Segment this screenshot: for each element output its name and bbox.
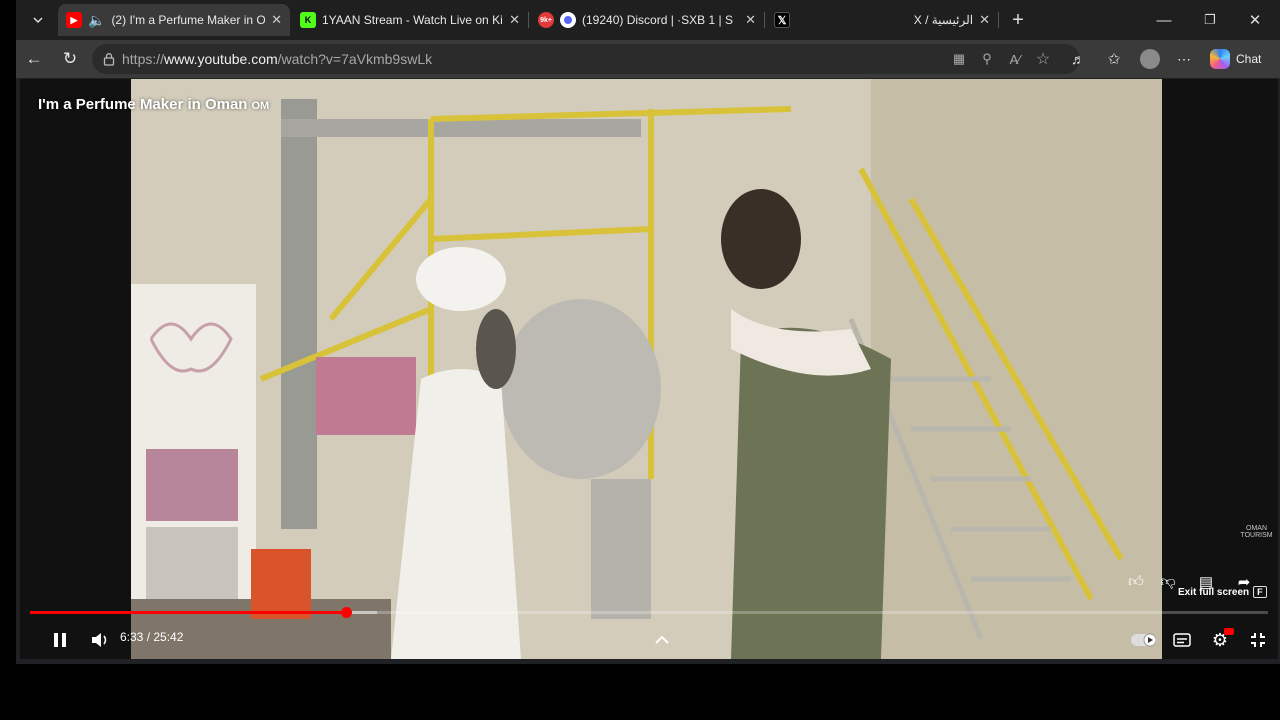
tab-separator: [764, 12, 765, 28]
favorites-icon[interactable]: ✩: [1100, 45, 1128, 73]
close-window-button[interactable]: ✕: [1239, 6, 1271, 34]
channel-watermark[interactable]: OMAN TOURISM: [1235, 525, 1278, 539]
youtube-icon: ▶: [66, 12, 82, 28]
tab-close-icon[interactable]: ✕: [979, 12, 990, 28]
played-bar: [30, 611, 346, 614]
tab-separator: [528, 12, 529, 28]
video-frame-illustration: [131, 79, 1162, 659]
tab-strip: ▶ 🔈 (2) I'm a Perfume Maker in Om ✕ K 1Y…: [16, 0, 1280, 40]
minimize-button[interactable]: —: [1148, 6, 1180, 34]
tab-close-icon[interactable]: ✕: [509, 12, 520, 28]
settings-button[interactable]: ⚙: [1204, 624, 1236, 656]
chat-label: Chat: [1236, 52, 1262, 66]
kick-icon: K: [300, 12, 316, 28]
tab-title: X / الرئيسية: [913, 13, 974, 27]
tab-close-icon[interactable]: ✕: [745, 12, 756, 28]
time-display: 6:33 / 25:42: [120, 630, 184, 644]
back-button[interactable]: ←: [20, 45, 48, 73]
tab-kick[interactable]: K 1YAAN Stream - Watch Live on Kic ✕: [292, 4, 528, 36]
favorite-star-icon[interactable]: ☆: [1034, 50, 1052, 68]
read-aloud-icon[interactable]: A∕: [1006, 50, 1024, 68]
x-icon: 𝕏: [774, 12, 790, 28]
profile-avatar[interactable]: [1136, 45, 1164, 73]
exit-fullscreen-icon: [1251, 633, 1265, 647]
tab-title: (2) I'm a Perfume Maker in Om: [111, 13, 266, 27]
pillarbox-left: [20, 79, 131, 659]
pause-button[interactable]: [44, 624, 76, 656]
show-more-button[interactable]: [646, 624, 678, 656]
autoplay-toggle[interactable]: [1128, 624, 1160, 656]
chevron-down-icon: [33, 17, 43, 24]
restore-button[interactable]: ❐: [1194, 6, 1226, 34]
chevron-up-icon: [655, 635, 669, 644]
app-available-icon[interactable]: ▦: [950, 50, 968, 68]
tab-title: 1YAAN Stream - Watch Live on Kic: [322, 13, 504, 27]
tab-separator: [998, 12, 999, 28]
zoom-icon[interactable]: ⚲: [978, 50, 996, 68]
reload-button[interactable]: ↻: [56, 45, 84, 73]
video-frame[interactable]: [131, 79, 1162, 659]
browser-window: ▶ 🔈 (2) I'm a Perfume Maker in Om ✕ K 1Y…: [16, 0, 1280, 664]
subtitles-button[interactable]: [1166, 624, 1198, 656]
tab-youtube[interactable]: ▶ 🔈 (2) I'm a Perfume Maker in Om ✕: [58, 4, 290, 36]
video-player[interactable]: I'm a Perfume Maker in Oman OM OMAN TOURI…: [20, 79, 1278, 659]
hd-badge: [1224, 628, 1234, 635]
like-icon[interactable]: 👍︎: [1123, 569, 1149, 595]
pause-icon: [54, 633, 66, 647]
tab-actions-menu-button[interactable]: [24, 6, 52, 34]
copilot-icon: [1210, 49, 1230, 69]
exit-fullscreen-tooltip: Exit full screen F: [1178, 586, 1267, 598]
copilot-chat-button[interactable]: Chat: [1206, 45, 1269, 73]
tab-title: (19240) Discord | ·SXB 1 | S: [582, 13, 733, 27]
video-title[interactable]: I'm a Perfume Maker in Oman OM: [38, 96, 269, 113]
scrubber-handle[interactable]: [340, 607, 352, 618]
subtitles-icon: [1173, 633, 1191, 647]
browser-essentials-icon[interactable]: ♬: [1064, 45, 1092, 73]
tab-x[interactable]: 𝕏 X / الرئيسية ✕: [766, 4, 998, 36]
address-bar[interactable]: https://www.youtube.com/watch?v=7aVkmb9s…: [92, 44, 1080, 74]
volume-icon: [92, 633, 107, 647]
tab-close-icon[interactable]: ✕: [271, 12, 282, 28]
speaker-icon[interactable]: 🔈: [88, 12, 105, 29]
lock-icon[interactable]: [102, 52, 116, 66]
new-tab-button[interactable]: +: [1002, 6, 1034, 34]
more-menu-icon[interactable]: ⋯: [1170, 45, 1198, 73]
progress-bar[interactable]: [30, 607, 1268, 618]
tab-discord[interactable]: 9k+ (19240) Discord | ·SXB 1 | S ✕: [530, 4, 764, 36]
url-text[interactable]: https://www.youtube.com/watch?v=7aVkmb9s…: [122, 51, 432, 67]
exit-fullscreen-button[interactable]: [1242, 624, 1274, 656]
record-icon: [560, 12, 576, 28]
volume-button[interactable]: [84, 624, 116, 656]
browser-toolbar: ← ↻ https://www.youtube.com/watch?v=7aVk…: [16, 40, 1280, 78]
autoplay-toggle-icon: [1131, 633, 1157, 647]
discord-badge-icon: 9k+: [538, 12, 554, 28]
